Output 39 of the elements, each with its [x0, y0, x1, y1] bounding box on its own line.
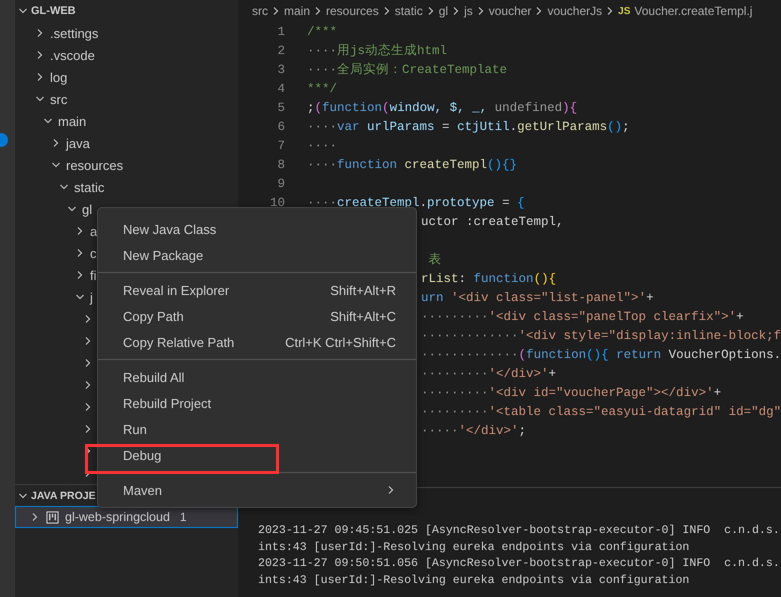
line-number: 7 — [277, 138, 285, 152]
code-line: ;(function(window, $, _, undefined){ — [307, 100, 578, 114]
terminal-line: 2023-11-27 09:45:51.025 [AsyncResolver-bootstrap-executor-0] INFO c.n.d.s. — [258, 523, 781, 539]
code-line: ·····'</div>'; — [421, 424, 526, 438]
code-line: ·········'<div id="voucherPage"></div>'+ — [421, 386, 722, 400]
line-number: 2 — [277, 44, 285, 58]
line-number: 4 — [277, 82, 285, 96]
code-line: ····全局实例：CreateTemplate — [307, 63, 508, 77]
keyboard-shortcut: Shift+Alt+R — [330, 282, 396, 298]
line-number: 10 — [270, 196, 285, 210]
line-number: 1 — [277, 24, 285, 38]
keyboard-shortcut: Ctrl+K Ctrl+Shift+C — [285, 334, 396, 350]
code-line: 表 — [428, 253, 442, 267]
code-line: ·············'<div style="display:inline-block;f — [421, 328, 781, 342]
keyboard-shortcut: Shift+Alt+C — [330, 308, 396, 324]
line-number: 8 — [277, 158, 285, 172]
terminal-line: ints:43 [userId:]-Resolving eureka endpoints via configuration — [258, 540, 690, 556]
code-line: ····createTempl.prototype = { — [307, 196, 525, 210]
line-number: 5 — [277, 100, 285, 114]
code-line: ·········'<table class="easyui-datagrid" id="dg" — [421, 404, 781, 418]
code-line: ····用js动态生成html — [307, 44, 448, 58]
code-line: ·············(function(){ return VoucherOptions. — [421, 348, 781, 362]
code-line: ·········'<div class="panelTop clearfix">'+ — [421, 310, 744, 324]
code-line: uctor :createTempl, — [421, 214, 564, 228]
code-line: ···· — [307, 138, 338, 152]
code-line: /*** — [307, 24, 338, 38]
file-type-icon: JS — [618, 6, 630, 16]
count-label: 1 — [180, 510, 187, 524]
terminal-line: ints:43 [userId:]-Resolving eureka endpoints via configuration — [258, 573, 690, 590]
line-number: 6 — [277, 120, 285, 134]
code-line: ····var urlParams = ctjUtil.getUrlParams(); — [307, 120, 630, 134]
code-line: ····function createTempl(){} — [307, 158, 518, 172]
line-number: 9 — [277, 176, 285, 190]
code-line: rList: function(){ — [421, 272, 556, 286]
code-line: urn '<div class="list-panel">'+ — [421, 290, 654, 304]
terminal-line: 2023-11-27 09:50:51.056 [AsyncResolver-bootstrap-executor-0] INFO c.n.d.s. — [258, 556, 781, 572]
code-line: ·········'</div>'+ — [421, 366, 556, 380]
code-line: ***/ — [307, 82, 338, 96]
line-number: 3 — [277, 62, 285, 76]
